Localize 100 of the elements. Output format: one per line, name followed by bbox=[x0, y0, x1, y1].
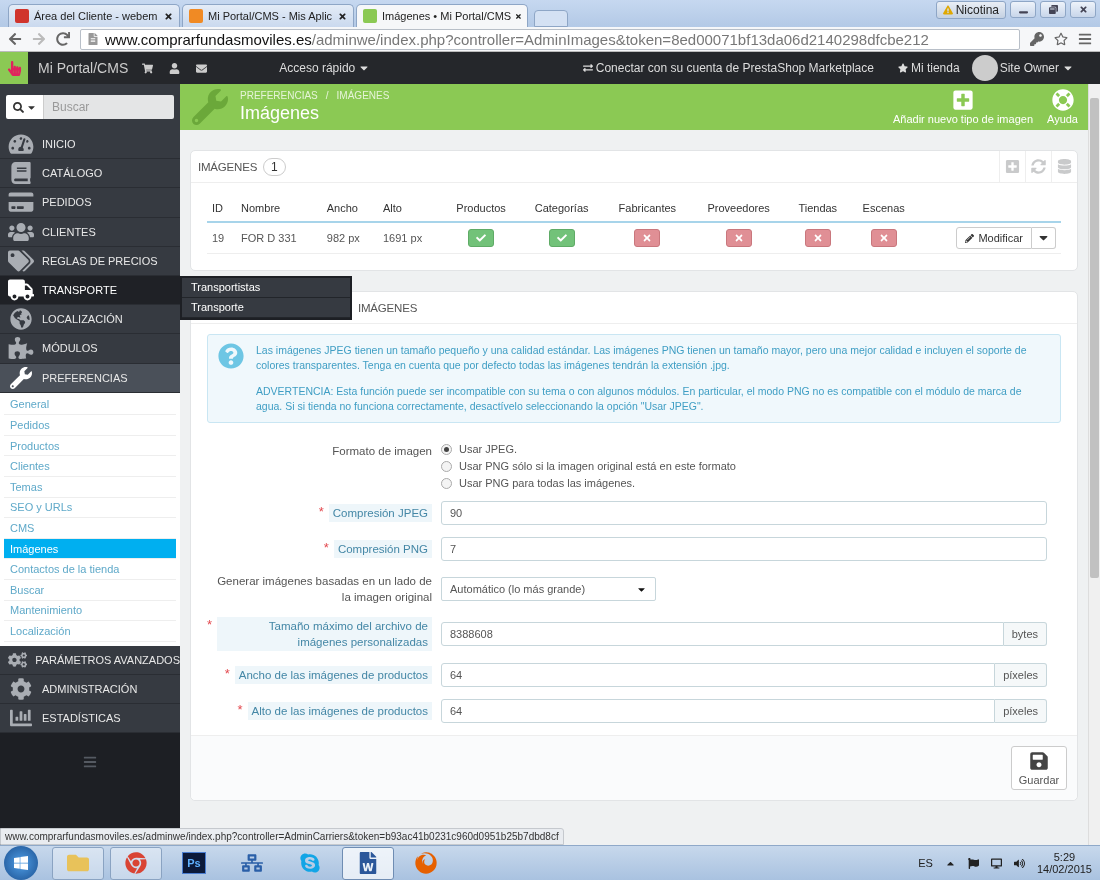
flag-icon[interactable] bbox=[967, 857, 979, 869]
sidebar-item[interactable]: REGLAS DE PRECIOS bbox=[0, 246, 180, 276]
sidebar-item[interactable]: CLIENTES bbox=[0, 217, 180, 247]
field-label: Ancho de las imágenes de productos bbox=[234, 666, 432, 684]
save-button[interactable]: Guardar bbox=[1011, 746, 1067, 790]
radio-option[interactable]: Usar JPEG. bbox=[441, 443, 1047, 455]
restore-button[interactable] bbox=[1040, 1, 1066, 18]
menu-icon[interactable] bbox=[1078, 32, 1092, 46]
user-icon[interactable] bbox=[169, 62, 181, 74]
cross-icon[interactable] bbox=[804, 229, 831, 247]
search-icon bbox=[12, 101, 24, 113]
wrench-icon bbox=[8, 366, 34, 389]
store-link[interactable]: Mi tienda bbox=[897, 61, 960, 75]
radio-option[interactable]: Usar PNG sólo si la imagen original está en este formato bbox=[441, 460, 1047, 472]
required-mark: * bbox=[318, 504, 324, 519]
edit-button[interactable]: Modificar bbox=[956, 227, 1032, 249]
column-header: Ancho bbox=[321, 195, 378, 222]
url-text: www.comprarfundasmoviles.es/adminwe/index.php?controller=AdminImages&token=8ed00071bf13da06d2140298dfcbe212 bbox=[105, 30, 929, 48]
reload-icon[interactable] bbox=[56, 32, 70, 46]
taskbar-app[interactable] bbox=[110, 846, 162, 880]
column-header: Tiendas bbox=[785, 195, 850, 222]
marketplace-link[interactable]: Conectar con su cuenta de PrestaShop Marketplace bbox=[582, 61, 874, 75]
browser-tab[interactable]: Imágenes • Mi Portal/CMS bbox=[356, 4, 528, 27]
warning-icon bbox=[942, 5, 953, 15]
status-url: www.comprarfundasmoviles.es/adminwe/index.php?controller=AdminCarriers&token=b93ac41b0231c960d0951b25b7dbd8cf bbox=[0, 828, 564, 845]
browser-tab[interactable]: Mi Portal/CMS - Mis Aplic bbox=[182, 4, 354, 27]
flyout-item[interactable]: Transporte bbox=[182, 297, 350, 318]
table-cell: 19 bbox=[207, 222, 237, 254]
browser-tab[interactable]: Área del Cliente - webem bbox=[8, 4, 180, 27]
text-input[interactable]: 64 bbox=[441, 699, 996, 723]
close-icon[interactable] bbox=[516, 11, 521, 21]
sidebar-item[interactable]: LOCALIZACIÓN bbox=[0, 305, 180, 335]
windows-icon bbox=[13, 855, 29, 871]
close-icon[interactable] bbox=[164, 11, 173, 21]
scroll-thumb[interactable] bbox=[1090, 98, 1099, 578]
star-icon bbox=[897, 63, 908, 73]
quick-access-menu[interactable]: Acceso rápido bbox=[279, 61, 371, 75]
cross-icon[interactable] bbox=[634, 229, 661, 247]
globe-icon bbox=[8, 308, 34, 331]
taskbar-app[interactable] bbox=[342, 846, 394, 880]
close-icon[interactable] bbox=[338, 11, 347, 21]
employee-menu[interactable]: Site Owner bbox=[999, 61, 1074, 75]
search-scope-button[interactable] bbox=[6, 95, 44, 119]
sidebar-item[interactable]: PREFERENCIAS bbox=[0, 363, 180, 393]
text-input[interactable]: 64 bbox=[441, 663, 996, 687]
volume-icon[interactable] bbox=[1013, 857, 1025, 869]
column-header: Productos bbox=[442, 195, 520, 222]
cross-icon[interactable] bbox=[870, 229, 897, 247]
select-field[interactable]: Automático (lo más grande) bbox=[441, 577, 656, 601]
start-button[interactable] bbox=[4, 846, 38, 880]
field-label: Compresión JPEG bbox=[328, 504, 432, 522]
flyout-item[interactable]: Transportistas bbox=[182, 277, 350, 298]
sidebar-item[interactable]: INICIO bbox=[0, 130, 180, 160]
check-icon[interactable] bbox=[548, 229, 575, 247]
brand-name[interactable]: Mi Portal/CMS bbox=[38, 60, 129, 76]
search-field[interactable]: Buscar bbox=[44, 95, 174, 119]
required-mark: * bbox=[224, 666, 230, 681]
puzzle-icon bbox=[8, 337, 34, 360]
check-icon[interactable] bbox=[468, 229, 495, 247]
column-header: Nombre bbox=[236, 195, 322, 222]
menu-icon[interactable] bbox=[83, 755, 97, 770]
cart-icon[interactable] bbox=[142, 62, 154, 74]
minimize-button[interactable] bbox=[1010, 1, 1036, 18]
clock[interactable]: 5:29 14/02/2015 bbox=[1036, 851, 1092, 875]
avatar-icon bbox=[971, 55, 998, 81]
scrollbar[interactable] bbox=[1088, 84, 1100, 845]
firefox-icon bbox=[415, 852, 437, 874]
table-cell: 982 px bbox=[321, 222, 378, 254]
close-button[interactable] bbox=[1070, 1, 1096, 18]
star-icon[interactable] bbox=[1054, 32, 1068, 46]
photoshop-icon: Ps bbox=[182, 852, 206, 874]
text-input[interactable]: 7 bbox=[441, 537, 1047, 561]
alert-text: ADVERTENCIA: Esta función puede ser incompatible con su tema o con algunos módulos. En particular, el modo PNG no es compatible con el módulo de marca de agua. Si si tienda no funciona correctamente, desactívelo seleccionando la opción "Usar JPEG". bbox=[256, 384, 1023, 414]
profile-button[interactable]: Nicotina bbox=[935, 1, 1006, 19]
network-icon bbox=[241, 852, 263, 874]
taskbar-app[interactable]: Ps bbox=[168, 846, 220, 880]
favicon-icon bbox=[363, 9, 377, 23]
back-icon[interactable] bbox=[8, 32, 22, 46]
text-input[interactable]: 90 bbox=[441, 501, 1047, 525]
sidebar-item[interactable]: ESTADÍSTICAS bbox=[0, 704, 180, 734]
panel-title: IMÁGENES bbox=[358, 301, 418, 314]
text-input[interactable]: 8388608 bbox=[441, 622, 1004, 646]
sidebar-item[interactable]: CATÁLOGO bbox=[0, 159, 180, 189]
lifebuoy-icon bbox=[1051, 89, 1074, 111]
address-bar[interactable]: www.comprarfundasmoviles.es/adminwe/index.php?controller=AdminImages&token=8ed00071bf13da06d2140298dfcbe212 bbox=[80, 28, 1020, 50]
question-icon bbox=[218, 343, 244, 369]
truck-icon bbox=[8, 279, 34, 302]
network-status-icon[interactable] bbox=[990, 857, 1002, 869]
column-header: Escenas bbox=[849, 195, 918, 222]
language-indicator[interactable]: ES bbox=[918, 857, 933, 869]
mail-icon[interactable] bbox=[196, 62, 208, 74]
sidebar-item[interactable]: ADMINISTRACIÓN bbox=[0, 675, 180, 705]
radio-option[interactable]: Usar PNG para todas las imágenes. bbox=[441, 477, 1047, 489]
sidebar-item[interactable]: MÓDULOS bbox=[0, 334, 180, 364]
sidebar-item[interactable]: PARÁMETROS AVANZADOS bbox=[0, 645, 180, 675]
key-icon[interactable] bbox=[1030, 32, 1044, 46]
cross-icon[interactable] bbox=[725, 229, 752, 247]
word-icon bbox=[357, 852, 379, 874]
sidebar-item[interactable]: PEDIDOS bbox=[0, 188, 180, 218]
dropdown-toggle[interactable] bbox=[1032, 227, 1056, 249]
